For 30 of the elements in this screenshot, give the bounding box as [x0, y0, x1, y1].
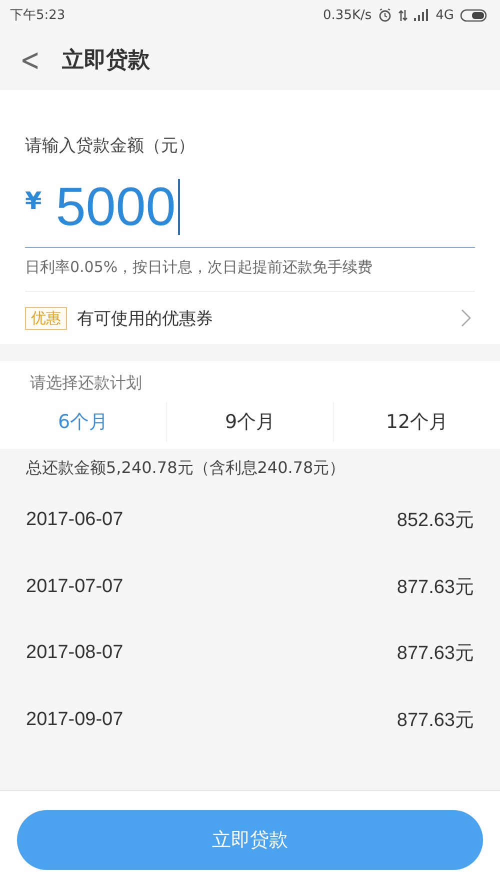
- coupon-tag: 优惠: [25, 306, 67, 330]
- repayment-date: 2017-07-07: [26, 576, 124, 598]
- repayment-amount: 877.63元: [396, 576, 474, 600]
- repayment-amount: 877.63元: [396, 642, 474, 666]
- amount-label: 请输入贷款金额（元）: [25, 135, 196, 157]
- repayment-date: 2017-08-07: [26, 642, 124, 664]
- repayment-amount: 877.63元: [396, 708, 474, 733]
- coupon-row[interactable]: 优惠 有可使用的优惠券: [25, 292, 475, 344]
- repayment-amount: 852.63元: [396, 509, 474, 534]
- interest-hint: 日利率0.05%，按日计息，次日起提前还款免手续费: [25, 248, 475, 292]
- plan-tab[interactable]: 12个月: [333, 402, 500, 442]
- coupon-text: 有可使用的优惠券: [77, 308, 214, 330]
- battery-icon: [460, 8, 488, 22]
- alarm-icon: [378, 8, 392, 22]
- plan-tab[interactable]: 9个月: [166, 402, 333, 442]
- currency-symbol: ¥: [25, 187, 42, 215]
- amount-field[interactable]: ¥ 5000: [25, 167, 475, 248]
- signal-icon: [414, 9, 430, 21]
- page-title: 立即贷款: [62, 46, 150, 75]
- network-type: 4G: [436, 8, 454, 22]
- back-button[interactable]: <: [20, 42, 40, 78]
- plan-label: 请选择还款计划: [29, 373, 143, 394]
- repayment-date: 2017-06-07: [26, 509, 124, 532]
- status-time: 下午5:23: [10, 7, 66, 24]
- network-speed: 0.35K/s: [323, 8, 372, 22]
- loan-button[interactable]: 立即贷款: [17, 810, 483, 870]
- chevron-right-icon: [461, 309, 471, 327]
- data-transfer-icon: [398, 8, 408, 22]
- repayment-date: 2017-09-07: [26, 708, 124, 731]
- repayment-summary: 总还款金额5,240.78元（含利息240.78元）: [26, 457, 346, 479]
